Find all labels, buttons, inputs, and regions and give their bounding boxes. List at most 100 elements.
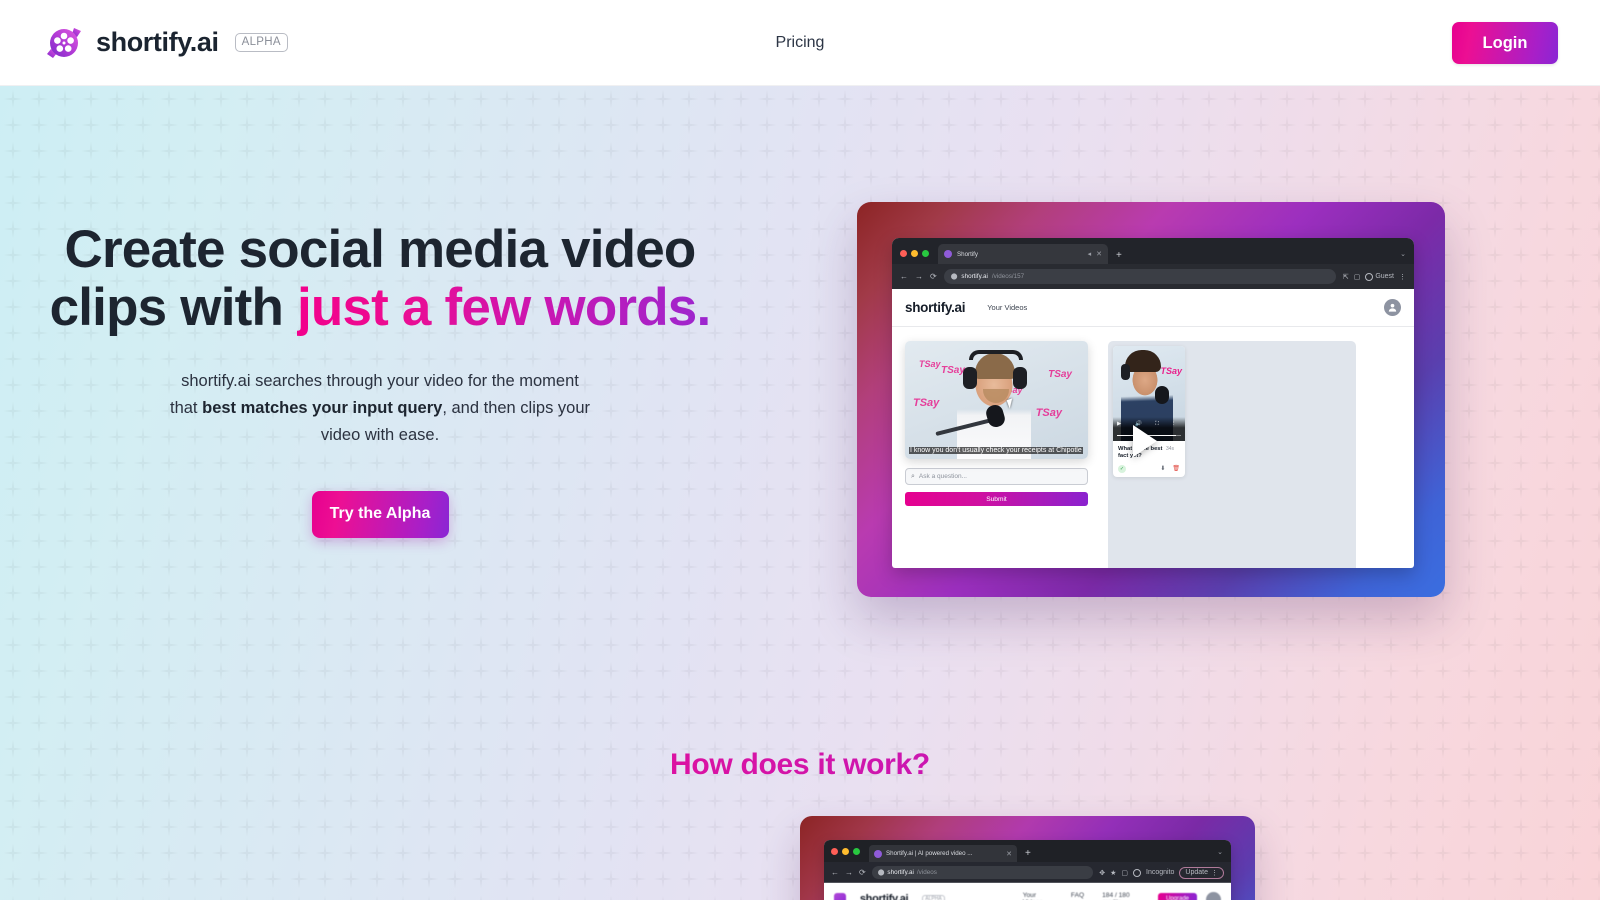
lock-icon: ⬤: [950, 274, 958, 280]
plus-icon[interactable]: +: [1116, 250, 1122, 264]
reload-icon[interactable]: ⟳: [859, 868, 866, 877]
url-host: shortify.ai: [961, 273, 988, 280]
url-path: /videos/157: [991, 273, 1025, 280]
maximize-window-dot[interactable]: [922, 250, 929, 257]
browser-tab[interactable]: Shortify ◂ ✕: [938, 244, 1108, 264]
kebab-menu-icon[interactable]: ⋮: [1171, 421, 1177, 427]
try-the-alpha-button[interactable]: Try the Alpha: [311, 490, 449, 538]
hero-subheading: shortify.ai searches through your video …: [170, 368, 590, 449]
side-panel-icon[interactable]: ▢: [1121, 869, 1128, 877]
close-icon[interactable]: ✕: [1006, 850, 1012, 858]
app-nav-your-videos[interactable]: Your Videos: [1023, 892, 1053, 900]
incognito-label: Incognito: [1146, 869, 1175, 876]
reload-icon[interactable]: ⟳: [930, 272, 937, 281]
headphone-cup-left: [963, 367, 977, 389]
url-input[interactable]: ⬤ shortify.ai /videos/157: [943, 269, 1336, 284]
share-icon[interactable]: ⇱: [1343, 273, 1349, 281]
alpha-badge: ALPHA: [922, 895, 945, 900]
credits-label: 184 / 180 credits: [1102, 892, 1130, 900]
trash-icon[interactable]: 🗑: [1172, 465, 1180, 472]
clip-actions: ✓ ⬇ 🗑: [1118, 464, 1180, 473]
url-input[interactable]: ⬤ shortify.ai /videos: [871, 866, 1094, 879]
brand-logo-group[interactable]: shortify.ai ALPHA: [44, 23, 288, 63]
arrow-left-icon[interactable]: ←: [831, 868, 839, 877]
play-icon[interactable]: ▶: [1117, 421, 1121, 427]
minimize-window-dot[interactable]: [842, 848, 849, 855]
clip-subject-hair: [1125, 350, 1161, 372]
user-avatar-icon[interactable]: [1206, 891, 1221, 900]
play-triangle-icon[interactable]: [1133, 425, 1157, 457]
headphone-cup-left: [1121, 364, 1130, 380]
maximize-window-dot[interactable]: [853, 848, 860, 855]
close-icon[interactable]: ✕: [1096, 250, 1102, 258]
favicon-icon: [874, 849, 882, 858]
profile-label: Guest: [1375, 273, 1394, 280]
bottom-browser-window-mockup: Shortify.ai | AI powered video ... ✕ + ⌄…: [824, 840, 1231, 900]
film-reel-icon: [44, 23, 84, 63]
browser-tab-bar: Shortify ◂ ✕ + ⌄: [892, 238, 1414, 264]
favicon-icon: [944, 250, 952, 258]
headline-line-1: Create social media: [64, 220, 548, 279]
hero-mockup-column: Shortify ◂ ✕ + ⌄ ← → ⟳ ⬤ shortify.ai /vi…: [857, 202, 1445, 597]
window-controls[interactable]: [900, 250, 929, 264]
browser-url-bar: ← → ⟳ ⬤ shortify.ai /videos/157 ⇱ ▢ Gues…: [892, 264, 1414, 289]
watermark: TSay: [919, 359, 941, 369]
download-icon[interactable]: ⬇: [1160, 465, 1165, 472]
tab-title: Shortify: [957, 250, 978, 258]
page-title: Create social media video clips with jus…: [0, 220, 760, 338]
app-header: shortify.ai Your Videos: [892, 289, 1414, 327]
side-panel-icon[interactable]: ▢: [1354, 273, 1361, 281]
nav-link-pricing[interactable]: Pricing: [776, 34, 825, 52]
video-query-column: TSay TSay TSay TSay TSay TSay: [905, 341, 1088, 568]
bookmark-icon[interactable]: ★: [1110, 869, 1116, 877]
user-avatar-icon[interactable]: [1384, 299, 1401, 316]
extensions-icon[interactable]: ✥: [1099, 869, 1105, 877]
browser-window-mockup: Shortify ◂ ✕ + ⌄ ← → ⟳ ⬤ shortify.ai /vi…: [892, 238, 1414, 568]
submit-button[interactable]: Submit: [905, 492, 1088, 506]
video-caption-text: I know you don't usually check your rece…: [909, 446, 1083, 454]
app-content-area: TSay TSay TSay TSay TSay TSay: [892, 327, 1414, 568]
app-nav-faq[interactable]: FAQ: [1071, 892, 1084, 900]
upgrade-button[interactable]: Upgrade: [1157, 893, 1197, 900]
window-controls[interactable]: [831, 848, 860, 862]
app-nav-your-videos[interactable]: Your Videos: [987, 303, 1027, 312]
arrow-right-icon[interactable]: →: [845, 868, 853, 877]
main-video-player[interactable]: TSay TSay TSay TSay TSay TSay: [905, 341, 1088, 459]
clip-duration: 34s: [1165, 446, 1174, 452]
arrow-right-icon[interactable]: →: [915, 272, 923, 281]
user-circle-icon[interactable]: [1133, 868, 1141, 877]
plus-icon[interactable]: +: [1025, 848, 1031, 862]
kebab-menu-icon[interactable]: ⋮: [1399, 273, 1406, 281]
film-reel-icon: [834, 892, 846, 900]
login-button[interactable]: Login: [1452, 22, 1558, 64]
chevron-down-icon[interactable]: ⌄: [1217, 848, 1223, 856]
close-window-dot[interactable]: [900, 250, 907, 257]
bottom-browser-tab-bar: Shortify.ai | AI powered video ... ✕ + ⌄: [824, 840, 1231, 862]
arrow-left-icon[interactable]: ←: [900, 272, 908, 281]
how-it-works-title: How does it work?: [0, 748, 1600, 782]
minimize-window-dot[interactable]: [911, 250, 918, 257]
video-caption: I know you don't usually check your rece…: [905, 446, 1088, 455]
search-input[interactable]: ⌕ Ask a question...: [905, 468, 1088, 485]
bottom-browser-url-bar: ← → ⟳ ⬤ shortify.ai /videos ✥ ★ ▢ Incogn…: [824, 862, 1231, 883]
watermark: TSay: [1048, 369, 1072, 380]
lock-icon: ⬤: [877, 870, 885, 876]
kebab-menu-icon[interactable]: ⋮: [1211, 869, 1218, 877]
watermark: TSay: [1035, 407, 1062, 419]
subhead-bold: best matches your input query: [202, 398, 443, 417]
clip-result-card[interactable]: TSay ▶ 🔊 ⛶ ⋮: [1113, 346, 1185, 477]
check-circle-icon: ✓: [1118, 464, 1126, 473]
browser-toolbar-right: ⇱ ▢ Guest ⋮: [1343, 272, 1406, 281]
update-button[interactable]: Update ⋮: [1179, 866, 1224, 879]
profile-chip[interactable]: Guest: [1365, 272, 1394, 281]
browser-tab[interactable]: Shortify.ai | AI powered video ... ✕: [869, 845, 1017, 862]
close-window-dot[interactable]: [831, 848, 838, 855]
url-path: /videos: [916, 869, 937, 876]
user-circle-icon: [1365, 272, 1374, 281]
bottom-gradient-frame: Shortify.ai | AI powered video ... ✕ + ⌄…: [800, 816, 1255, 900]
headphone-cup-right: [1013, 367, 1027, 389]
chevron-down-icon[interactable]: ⌄: [1400, 250, 1406, 258]
bottom-app-header: shortify.ai ALPHA Your Videos FAQ 184 / …: [824, 883, 1231, 900]
app-brand: shortify.ai: [859, 893, 909, 900]
headphone-band: [969, 350, 1023, 360]
